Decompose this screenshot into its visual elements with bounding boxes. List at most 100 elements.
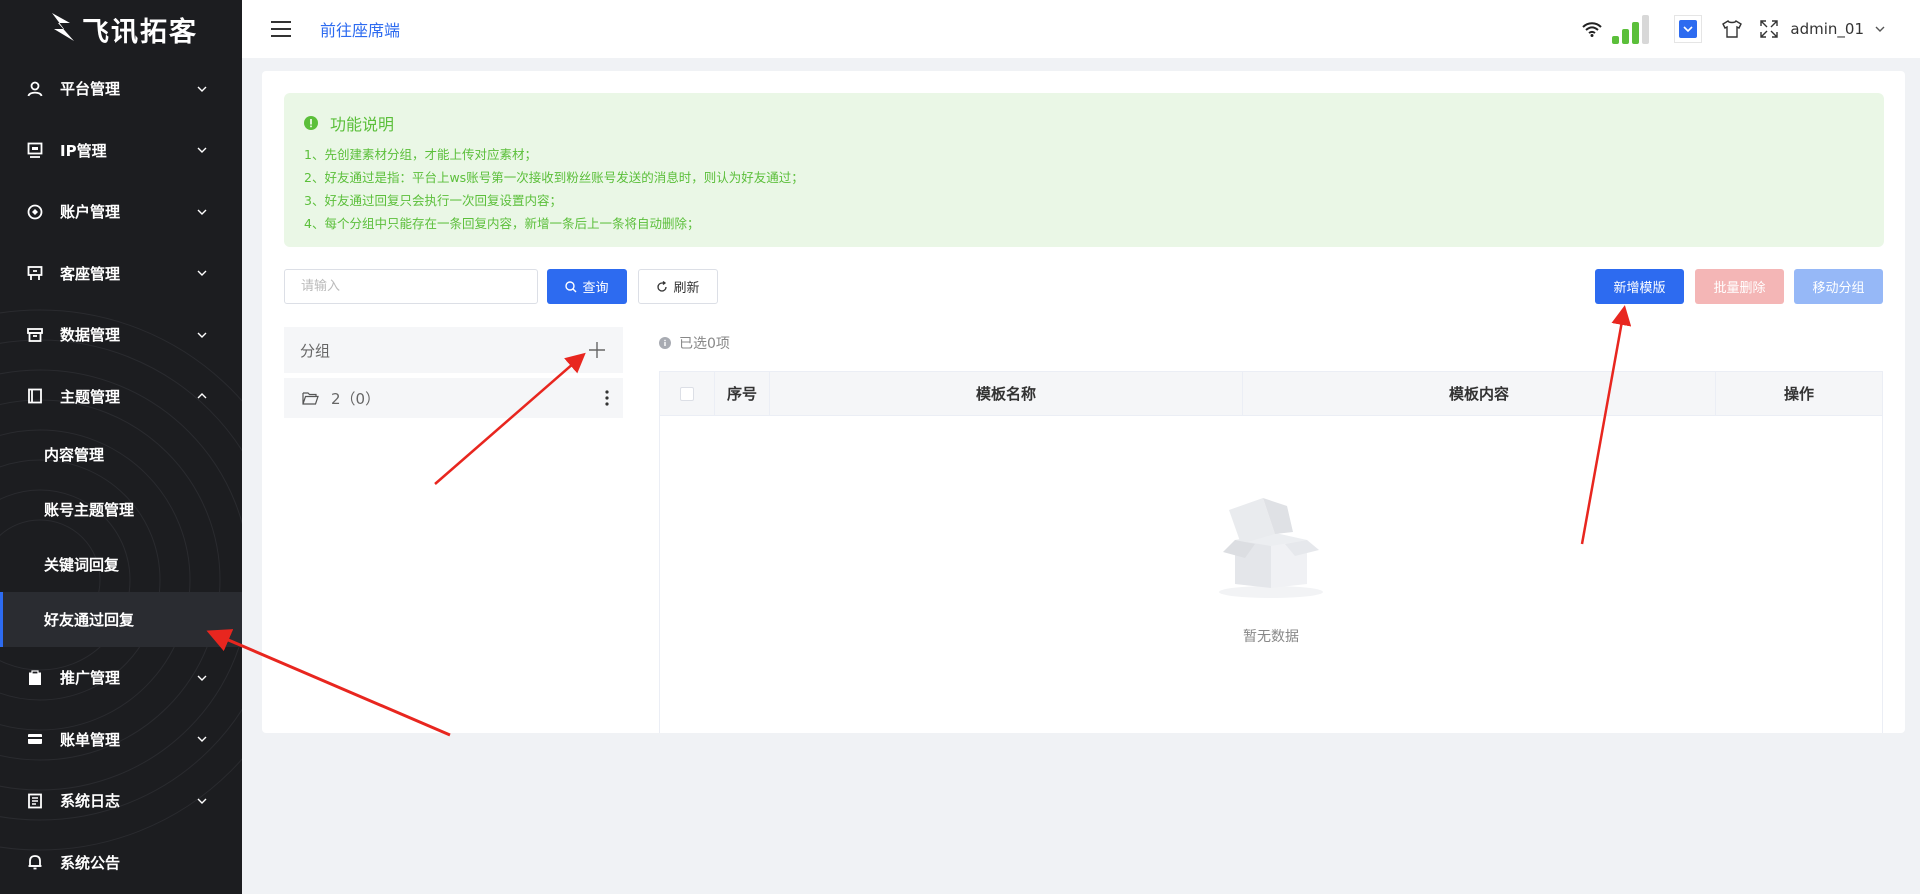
group-header-label: 分组 — [300, 341, 331, 360]
sidebar-item-label: 客座管理 — [60, 264, 121, 283]
search-input[interactable] — [284, 269, 538, 304]
sidebar-subitem-content[interactable]: 内容管理 — [0, 427, 242, 482]
sidebar-menu: 平台管理 IP管理 账户管理 客座管理 数据管理 主题管理 内容管理 账号主题管… — [0, 58, 242, 893]
sidebar-item-account[interactable]: 账户管理 — [0, 181, 242, 243]
chevron-down-icon — [197, 270, 207, 277]
add-group-plus-icon[interactable] — [587, 340, 607, 360]
book-icon — [26, 387, 44, 405]
sidebar-item-promotion[interactable]: 推广管理 — [0, 647, 242, 709]
notice-line: 1、先创建素材分组，才能上传对应素材； — [304, 147, 537, 162]
header-actions: admin_01 — [1566, 14, 1886, 44]
sidebar-item-billing[interactable]: 账单管理 — [0, 709, 242, 771]
seat-icon — [26, 264, 44, 282]
log-icon — [26, 792, 44, 810]
column-header-template-name: 模板名称 — [770, 372, 1243, 415]
folder-open-icon — [302, 392, 319, 405]
brand-logo[interactable]: 飞讯拓客 — [0, 0, 242, 58]
wifi-icon — [1582, 22, 1603, 37]
sidebar-item-ip[interactable]: IP管理 — [0, 120, 242, 182]
add-template-button[interactable]: 新增模版 — [1595, 269, 1684, 304]
current-username[interactable]: admin_01 — [1790, 20, 1864, 38]
query-button[interactable]: 查询 — [547, 269, 627, 304]
column-header-index: 序号 — [715, 372, 770, 415]
card-icon — [26, 730, 44, 748]
account-icon — [26, 203, 44, 221]
clipboard-icon — [26, 669, 44, 687]
chevron-down-icon — [197, 675, 207, 681]
user-icon — [26, 80, 44, 98]
sidebar-item-label: 账单管理 — [60, 730, 121, 749]
sidebar-subitem-label: 内容管理 — [44, 446, 105, 464]
sidebar-item-theme[interactable]: 主题管理 — [0, 366, 242, 428]
chevron-down-icon — [197, 147, 207, 154]
sidebar-item-announcement[interactable]: 系统公告 — [0, 832, 242, 894]
sidebar-subitem-keyword-reply[interactable]: 关键词回复 — [0, 537, 242, 592]
sidebar-item-data[interactable]: 数据管理 — [0, 304, 242, 366]
notice-line: 2、好友通过是指：平台上ws账号第一次接收到粉丝账号发送的消息时，则认为好友通过… — [304, 170, 804, 185]
sidebar: 飞讯拓客 平台管理 IP管理 账户管理 客座管理 数据管理 主题管理 内容管理 … — [0, 0, 242, 894]
chevron-down-icon — [197, 332, 207, 338]
notice-line: 3、好友通过回复只会执行一次回复设置内容； — [304, 193, 562, 208]
exclamation-circle-icon — [304, 116, 318, 130]
signal-strength-icon — [1612, 15, 1650, 44]
main-card: 功能说明 1、先创建素材分组，才能上传对应素材； 2、好友通过是指：平台上ws账… — [262, 71, 1905, 733]
sidebar-item-label: 主题管理 — [60, 387, 121, 406]
sidebar-item-platform[interactable]: 平台管理 — [0, 58, 242, 120]
more-vertical-icon[interactable] — [605, 390, 609, 406]
chevron-down-icon — [197, 209, 207, 215]
sidebar-subitem-label: 好友通过回复 — [44, 611, 135, 629]
sidebar-subitem-label: 账号主题管理 — [44, 501, 135, 519]
notice-title-text: 功能说明 — [330, 115, 395, 134]
move-group-label: 移动分组 — [1812, 281, 1865, 296]
sidebar-item-label: 系统公告 — [60, 853, 121, 872]
notice-title: 功能说明 — [304, 111, 1864, 135]
sidebar-item-label: 数据管理 — [60, 326, 121, 345]
skin-tshirt-icon[interactable] — [1722, 20, 1743, 38]
group-panel-header: 分组 — [284, 327, 623, 373]
sidebar-item-label: 账户管理 — [60, 203, 121, 222]
fullscreen-icon[interactable] — [1760, 20, 1779, 38]
sidebar-subitem-friend-reply[interactable]: 好友通过回复 — [0, 592, 242, 647]
select-all-checkbox[interactable] — [680, 386, 694, 401]
sidebar-item-label: 平台管理 — [60, 80, 121, 99]
dropdown-caret-icon — [1679, 20, 1698, 38]
notice-line: 4、每个分组中只能存在一条回复内容，新增一条后上一条将自动删除； — [304, 216, 700, 231]
group-list-item[interactable]: 2（0） — [284, 378, 623, 418]
bell-icon — [26, 853, 44, 871]
top-header: 前往座席端 admin_01 — [242, 0, 1920, 58]
refresh-button-label: 刷新 — [673, 281, 700, 296]
sidebar-item-label: IP管理 — [60, 141, 107, 160]
empty-box-icon — [1219, 498, 1323, 598]
chevron-down-icon — [197, 736, 207, 743]
sidebar-item-label: 系统日志 — [60, 792, 121, 811]
chevron-down-icon — [197, 798, 207, 804]
empty-text: 暂无数据 — [1243, 629, 1299, 645]
monitor-icon — [26, 141, 44, 159]
goto-agent-portal-link[interactable]: 前往座席端 — [320, 17, 400, 41]
archive-icon — [26, 326, 44, 344]
query-button-label: 查询 — [582, 281, 609, 296]
chevron-up-icon — [197, 393, 207, 399]
empty-state: 暂无数据 — [660, 416, 1882, 734]
move-group-button[interactable]: 移动分组 — [1794, 269, 1883, 304]
sidebar-subitem-account-theme[interactable]: 账号主题管理 — [0, 482, 242, 537]
refresh-button[interactable]: 刷新 — [638, 269, 718, 304]
chevron-down-icon[interactable] — [1874, 23, 1886, 35]
sidebar-item-label: 推广管理 — [60, 669, 121, 688]
batch-delete-button[interactable]: 批量删除 — [1695, 269, 1784, 304]
feature-description-alert: 功能说明 1、先创建素材分组，才能上传对应素材； 2、好友通过是指：平台上ws账… — [284, 93, 1884, 247]
selected-count-text: 已选0项 — [679, 336, 730, 352]
batch-delete-label: 批量删除 — [1713, 281, 1766, 296]
info-circle-icon — [659, 337, 671, 349]
column-header-actions: 操作 — [1783, 385, 1814, 403]
template-table: 序号 模板名称 模板内容 操作 暂无数据 — [659, 371, 1883, 733]
selection-info: 已选0项 — [659, 333, 730, 353]
logo-mark-icon — [52, 13, 74, 41]
theme-dropdown[interactable] — [1674, 15, 1703, 43]
group-item-label: 2（0） — [331, 389, 381, 408]
refresh-icon — [657, 280, 668, 292]
sidebar-item-logs[interactable]: 系统日志 — [0, 770, 242, 832]
search-icon — [565, 280, 577, 292]
sidebar-item-seat[interactable]: 客座管理 — [0, 243, 242, 305]
menu-toggle-icon[interactable] — [270, 20, 292, 38]
